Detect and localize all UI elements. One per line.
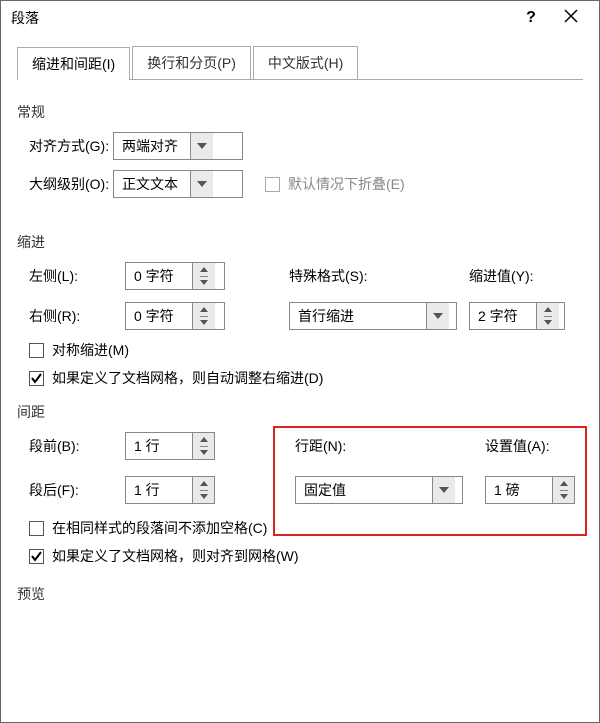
indent-left-value: 0 字符 [126, 263, 192, 289]
indent-grid: 左侧(L): 0 字符 特殊格式(S): 缩进值(Y): 右侧(R): 0 字符 [17, 262, 583, 330]
snap-to-grid-label: 如果定义了文档网格，则对齐到网格(W) [52, 546, 299, 566]
line-spacing-value: 固定值 [296, 477, 432, 503]
spacing-at-label: 设置值(A): [485, 436, 585, 456]
chevron-down-icon [190, 171, 213, 197]
mirror-indent-label: 对称缩进(M) [52, 340, 129, 360]
chevron-down-icon [426, 303, 449, 329]
dialog-content: 缩进和间距(I) 换行和分页(P) 中文版式(H) 常规 对齐方式(G): 两端… [1, 35, 599, 604]
titlebar: 段落 ? [1, 1, 599, 35]
collapse-checkbox [265, 177, 280, 192]
help-button[interactable]: ? [511, 5, 551, 31]
section-indent: 缩进 [17, 232, 583, 252]
space-after-spinner[interactable]: 1 行 [125, 476, 215, 504]
close-icon [564, 9, 578, 28]
spacing-grid: 段前(B): 1 行 行距(N): 设置值(A): 段后(F): 1 行 [17, 432, 583, 504]
outline-value: 正文文本 [114, 171, 190, 197]
tab-strip: 缩进和间距(I) 换行和分页(P) 中文版式(H) [17, 45, 583, 80]
space-before-value: 1 行 [126, 433, 192, 459]
mirror-indent-checkbox[interactable] [29, 343, 44, 358]
spacing-at-spinner[interactable]: 1 磅 [485, 476, 575, 504]
special-format-value: 首行缩进 [290, 303, 426, 329]
space-before-label: 段前(B): [17, 436, 125, 456]
space-after-label: 段后(F): [17, 480, 125, 500]
spinner-buttons-icon [536, 303, 559, 329]
indent-by-label: 缩进值(Y): [469, 266, 569, 286]
indent-right-spinner[interactable]: 0 字符 [125, 302, 225, 330]
alignment-label: 对齐方式(G): [17, 136, 113, 156]
section-preview: 预览 [17, 584, 583, 604]
spinner-buttons-icon [192, 477, 214, 503]
indent-left-label: 左侧(L): [17, 266, 125, 286]
special-format-label: 特殊格式(S): [289, 266, 439, 286]
no-space-same-style-label: 在相同样式的段落间不添加空格(C) [52, 518, 267, 538]
dialog-title: 段落 [11, 8, 511, 28]
spacing-at-value: 1 磅 [486, 477, 552, 503]
collapse-label: 默认情况下折叠(E) [288, 174, 405, 194]
spinner-buttons-icon [192, 433, 214, 459]
indent-by-spinner[interactable]: 2 字符 [469, 302, 565, 330]
close-button[interactable] [551, 5, 591, 31]
no-space-same-style-checkbox[interactable] [29, 521, 44, 536]
tab-cjk-layout[interactable]: 中文版式(H) [253, 46, 358, 79]
spacing-area: 段前(B): 1 行 行距(N): 设置值(A): 段后(F): 1 行 [17, 432, 583, 504]
spinner-buttons-icon [552, 477, 574, 503]
indent-right-value: 0 字符 [126, 303, 192, 329]
auto-adjust-right-indent-label: 如果定义了文档网格，则自动调整右缩进(D) [52, 368, 323, 388]
space-before-spinner[interactable]: 1 行 [125, 432, 215, 460]
spinner-buttons-icon [192, 303, 215, 329]
alignment-select[interactable]: 两端对齐 [113, 132, 243, 160]
space-after-value: 1 行 [126, 477, 192, 503]
snap-to-grid-checkbox[interactable] [29, 549, 44, 564]
auto-adjust-right-indent-checkbox[interactable] [29, 371, 44, 386]
indent-left-spinner[interactable]: 0 字符 [125, 262, 225, 290]
special-format-select[interactable]: 首行缩进 [289, 302, 457, 330]
chevron-down-icon [432, 477, 455, 503]
section-general: 常规 [17, 102, 583, 122]
paragraph-dialog: 段落 ? 缩进和间距(I) 换行和分页(P) 中文版式(H) 常规 对齐方式(G… [0, 0, 600, 723]
line-spacing-label: 行距(N): [295, 436, 473, 456]
outline-label: 大纲级别(O): [17, 174, 113, 194]
section-spacing: 间距 [17, 402, 583, 422]
indent-by-value: 2 字符 [470, 303, 536, 329]
outline-select[interactable]: 正文文本 [113, 170, 243, 198]
alignment-value: 两端对齐 [114, 133, 190, 159]
spinner-buttons-icon [192, 263, 215, 289]
chevron-down-icon [190, 133, 213, 159]
tab-indent-spacing[interactable]: 缩进和间距(I) [17, 47, 130, 80]
tab-line-page[interactable]: 换行和分页(P) [132, 46, 251, 79]
line-spacing-select[interactable]: 固定值 [295, 476, 463, 504]
indent-right-label: 右侧(R): [17, 306, 125, 326]
